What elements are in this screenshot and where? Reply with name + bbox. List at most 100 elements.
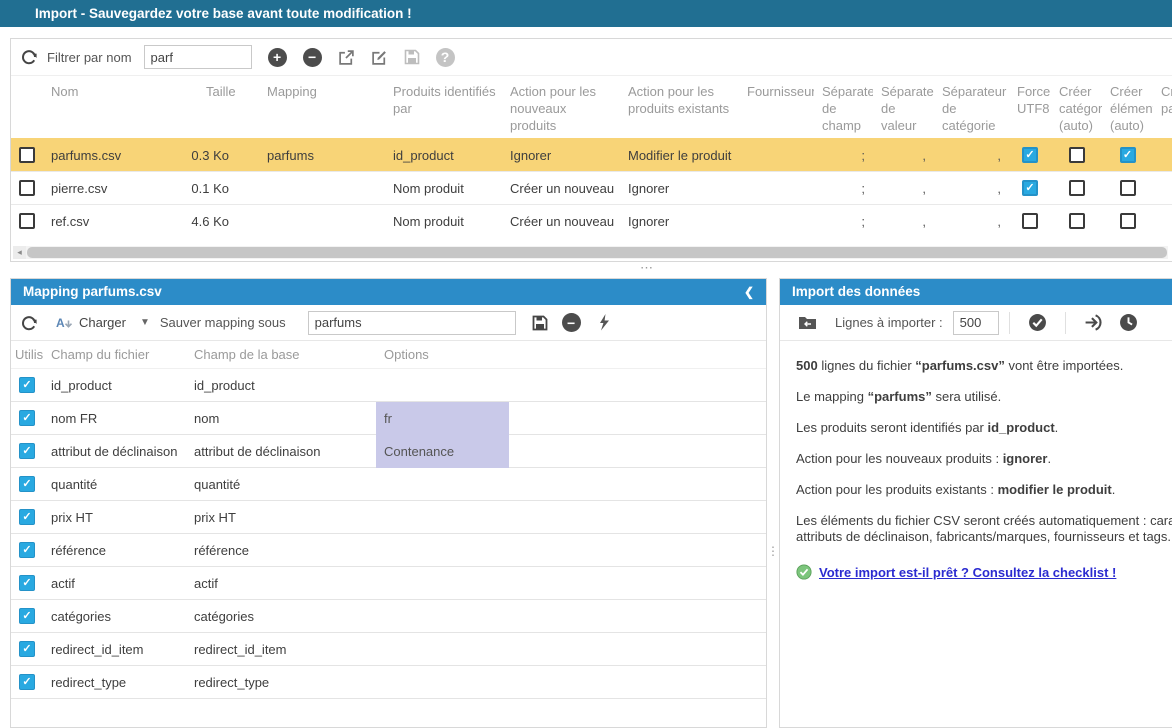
column-header-s-parateur-de-valeur: Séparateur de valeur <box>873 76 934 138</box>
mapping-used-checkbox[interactable]: ✓ <box>19 608 35 624</box>
mapping-used-checkbox[interactable]: ✓ <box>19 476 35 492</box>
help-icon[interactable]: ? <box>436 48 455 67</box>
refresh-icon[interactable] <box>21 315 37 331</box>
mapping-used-checkbox[interactable]: ✓ <box>19 509 35 525</box>
mapping-used-cell: ✓ <box>11 443 43 459</box>
table-cell: Nom produit <box>385 181 502 196</box>
remove-file-button[interactable]: − <box>303 48 322 67</box>
file-field-cell: référence <box>43 543 186 558</box>
auto-mapping-icon[interactable] <box>597 314 611 331</box>
file-field-cell: redirect_type <box>43 675 186 690</box>
filter-input[interactable] <box>144 45 252 69</box>
row-select-cell <box>11 180 43 196</box>
file-field-cell: id_product <box>43 378 186 393</box>
files-toolbar: Filtrer par nom + − ? <box>11 39 1172 76</box>
save-mapping-label: Sauver mapping sous <box>160 315 286 330</box>
save-mapping-icon[interactable] <box>532 315 548 331</box>
checklist-link[interactable]: Votre import est-il prêt ? Consultez la … <box>819 565 1116 580</box>
column-header-fournisseur: Fournisseur <box>739 76 814 138</box>
import-message: Les produits seront identifiés par id_pr… <box>796 420 1172 436</box>
table-row[interactable]: ref.csv4.6 KoNom produitCréer un nouveau… <box>11 204 1172 237</box>
toolbar-divider <box>1009 312 1010 334</box>
import-folder-icon[interactable] <box>798 315 817 330</box>
panel-resize-handle-vertical[interactable]: ⋮ <box>767 548 779 555</box>
column-header-cr-er-cat-gories-auto-: Créer catégories (auto) <box>1051 76 1102 138</box>
create-categories-checkbox[interactable] <box>1069 180 1085 196</box>
run-import-icon[interactable] <box>1084 313 1103 332</box>
import-message: Le mapping “parfums” sera utilisé. <box>796 389 1172 405</box>
load-mapping-button[interactable]: A Charger <box>55 315 126 331</box>
create-elements-checkbox[interactable]: ✓ <box>1120 147 1136 163</box>
mapping-row: ✓référenceréférence <box>11 534 766 567</box>
table-cell: 0.3 Ko <box>174 148 259 163</box>
mapping-used-checkbox[interactable]: ✓ <box>19 443 35 459</box>
save-icon[interactable] <box>404 49 420 65</box>
add-file-button[interactable]: + <box>268 48 287 67</box>
import-message: Action pour les produits existants : mod… <box>796 482 1172 498</box>
delete-mapping-button[interactable]: − <box>562 313 581 332</box>
row-flag-cell: ✓ <box>1009 147 1051 163</box>
svg-text:A: A <box>56 316 65 330</box>
mapping-panel-title: Mapping parfums.csv <box>23 279 162 305</box>
row-select-checkbox[interactable] <box>19 180 35 196</box>
option-select[interactable]: fr <box>376 402 509 435</box>
db-field-cell: prix HT <box>186 510 376 525</box>
files-panel: Filtrer par nom + − ? NomTailleMappingPr… <box>10 38 1172 262</box>
force-utf8-checkbox[interactable]: ✓ <box>1022 147 1038 163</box>
option-select[interactable]: Contenance <box>376 435 509 468</box>
table-cell: , <box>934 214 1009 229</box>
mapping-column-header-options: Options <box>376 347 509 362</box>
import-message: Action pour les nouveaux produits : igno… <box>796 451 1172 467</box>
column-header-select <box>11 76 43 138</box>
column-header-action-pour-les-nouveaux-produits: Action pour les nouveaux produits <box>502 76 620 138</box>
mapping-used-checkbox[interactable]: ✓ <box>19 575 35 591</box>
row-select-checkbox[interactable] <box>19 213 35 229</box>
mapping-used-checkbox[interactable]: ✓ <box>19 542 35 558</box>
column-header-s-parateur-de-champ: Séparateur de champ <box>814 76 873 138</box>
mapping-used-checkbox[interactable]: ✓ <box>19 641 35 657</box>
create-elements-checkbox[interactable] <box>1120 180 1136 196</box>
page-title: Import - Sauvegardez votre base avant to… <box>0 0 1172 27</box>
mapping-used-checkbox[interactable]: ✓ <box>19 410 35 426</box>
create-categories-checkbox[interactable] <box>1069 213 1085 229</box>
force-utf8-checkbox[interactable] <box>1022 213 1038 229</box>
import-summary: 500 lignes du fichier “parfums.csv” vont… <box>780 341 1172 545</box>
refresh-icon[interactable] <box>21 49 37 65</box>
table-row[interactable]: pierre.csv0.1 KoNom produitCréer un nouv… <box>11 171 1172 204</box>
column-header-cr-er-l-ments-auto-: Créer éléments (auto) <box>1102 76 1153 138</box>
table-cell: 0.1 Ko <box>174 181 259 196</box>
validate-icon[interactable] <box>1028 313 1047 332</box>
files-table-body: parfums.csv0.3 Koparfumsid_productIgnore… <box>11 138 1172 237</box>
edit-icon[interactable] <box>371 49 388 66</box>
table-cell: , <box>873 148 934 163</box>
table-cell: pierre.csv <box>43 181 174 196</box>
panel-resize-handle-horizontal[interactable]: ⋯ <box>640 260 655 276</box>
table-cell: Créer un nouveau <box>502 214 620 229</box>
table-cell: 4.6 Ko <box>174 214 259 229</box>
import-panel: Import des données Lignes à importer : 5… <box>779 278 1172 728</box>
table-cell: Ignorer <box>502 148 620 163</box>
row-flag-cell <box>1051 147 1102 163</box>
horizontal-scrollbar[interactable]: ◂ <box>13 246 1168 259</box>
collapse-panel-icon[interactable]: ❮ <box>744 279 754 305</box>
db-field-cell: id_product <box>186 378 376 393</box>
mapping-used-checkbox[interactable]: ✓ <box>19 674 35 690</box>
mapping-row: ✓actifactif <box>11 567 766 600</box>
open-external-icon[interactable] <box>338 49 355 66</box>
row-select-checkbox[interactable] <box>19 147 35 163</box>
load-mapping-caret-icon[interactable]: ▼ <box>140 317 150 328</box>
column-header-mapping: Mapping <box>259 76 385 138</box>
mapping-name-input[interactable] <box>308 311 516 335</box>
mapping-used-checkbox[interactable]: ✓ <box>19 377 35 393</box>
table-row[interactable]: parfums.csv0.3 Koparfumsid_productIgnore… <box>11 138 1172 171</box>
schedule-icon[interactable] <box>1119 313 1138 332</box>
create-categories-checkbox[interactable] <box>1069 147 1085 163</box>
lines-to-import-input[interactable] <box>953 311 999 335</box>
db-field-cell: attribut de déclinaison <box>186 444 376 459</box>
file-field-cell: prix HT <box>43 510 186 525</box>
force-utf8-checkbox[interactable]: ✓ <box>1022 180 1038 196</box>
file-field-cell: actif <box>43 576 186 591</box>
create-elements-checkbox[interactable] <box>1120 213 1136 229</box>
scroll-left-arrow[interactable]: ◂ <box>13 246 26 259</box>
scrollbar-thumb[interactable] <box>27 247 1167 258</box>
